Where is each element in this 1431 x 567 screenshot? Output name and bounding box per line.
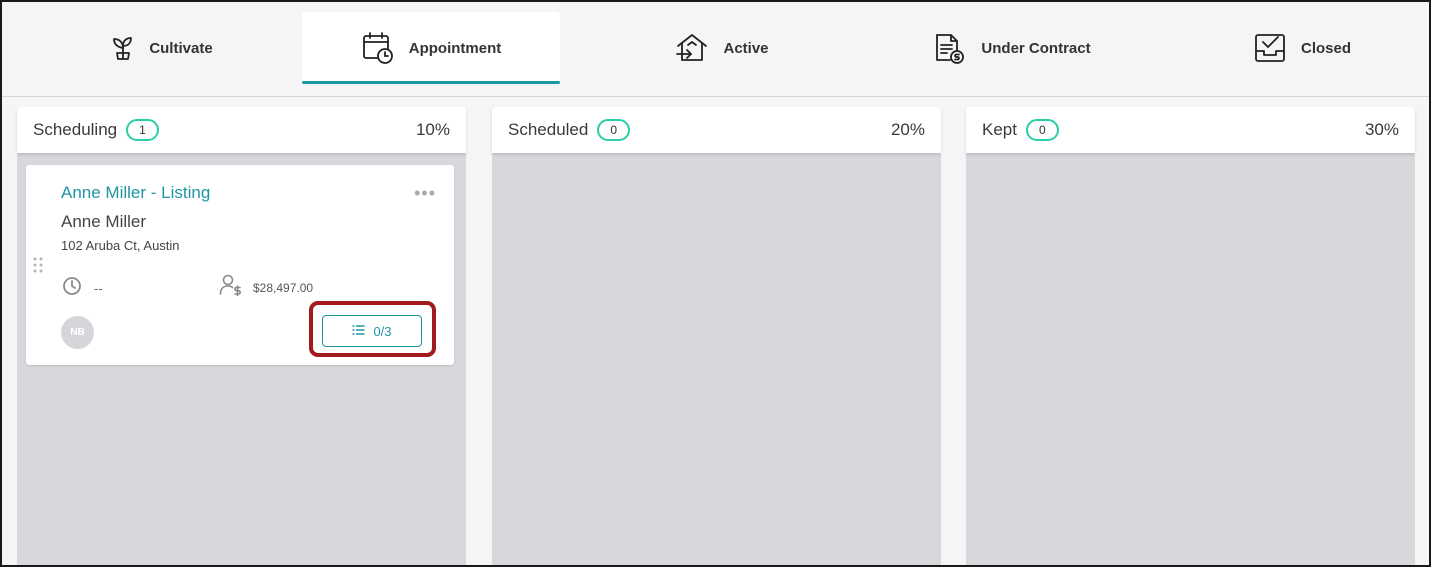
drag-handle-icon[interactable]: [33, 257, 43, 278]
tab-cultivate[interactable]: Cultivate: [42, 12, 282, 84]
deal-title-link[interactable]: Anne Miller - Listing: [61, 183, 210, 203]
time-value: --: [94, 281, 103, 296]
tasks-count: 0/3: [373, 323, 392, 339]
amount-value: $28,497.00: [253, 280, 314, 295]
tab-appointment[interactable]: Appointment: [302, 12, 560, 84]
tab-label: Appointment: [408, 39, 502, 57]
tab-label: Cultivate: [149, 39, 213, 57]
column-count-badge: 1: [126, 119, 159, 141]
pipeline-tabs: Cultivate Appointment Active Under Contr…: [2, 2, 1429, 97]
app-frame: Cultivate Appointment Active Under Contr…: [0, 0, 1431, 567]
tab-label: Under Contract: [981, 39, 1091, 57]
property-address: 102 Aruba Ct, Austin: [61, 238, 180, 253]
calendar-clock-icon: [361, 31, 395, 65]
inbox-check-icon: [1253, 32, 1287, 64]
tab-label: Active: [723, 39, 769, 57]
tab-active[interactable]: Active: [612, 12, 832, 84]
column-percent: 10%: [415, 120, 450, 139]
avatar[interactable]: NB: [61, 316, 94, 349]
column-title: Scheduling: [33, 120, 118, 139]
column-percent: 20%: [890, 120, 925, 139]
column-percent: 30%: [1364, 120, 1399, 139]
column-kept: Kept 0 30%: [966, 107, 1415, 565]
column-title: Kept: [982, 120, 1017, 139]
column-title: Scheduled: [508, 120, 589, 139]
column-scheduled: Scheduled 0 20%: [492, 107, 941, 565]
user-dollar-icon: [219, 274, 243, 301]
column-count-badge: 0: [1025, 119, 1059, 141]
column-header: Kept 0 30%: [966, 107, 1415, 153]
column-scheduling: Scheduling 1 10% Anne Miller - Listing •…: [17, 107, 466, 565]
document-dollar-icon: [933, 32, 967, 64]
deal-amount: $28,497.00: [219, 274, 313, 301]
appointment-time: --: [62, 276, 103, 301]
column-header: Scheduled 0 20%: [492, 107, 941, 153]
contact-name: Anne Miller: [61, 212, 147, 231]
tab-label: Closed: [1300, 39, 1351, 57]
column-header: Scheduling 1 10%: [17, 107, 466, 153]
tab-under-contract[interactable]: Under Contract: [882, 12, 1142, 84]
sprout-icon: [111, 35, 135, 61]
deal-card[interactable]: Anne Miller - Listing ••• Anne Miller 10…: [26, 165, 454, 365]
more-options-icon[interactable]: •••: [414, 183, 436, 204]
clock-icon: [62, 276, 82, 301]
checklist-icon: [352, 324, 366, 339]
tab-closed[interactable]: Closed: [1202, 12, 1402, 84]
house-arrow-icon: [675, 32, 709, 64]
column-count-badge: 0: [597, 119, 631, 141]
tasks-button[interactable]: 0/3: [322, 315, 422, 347]
